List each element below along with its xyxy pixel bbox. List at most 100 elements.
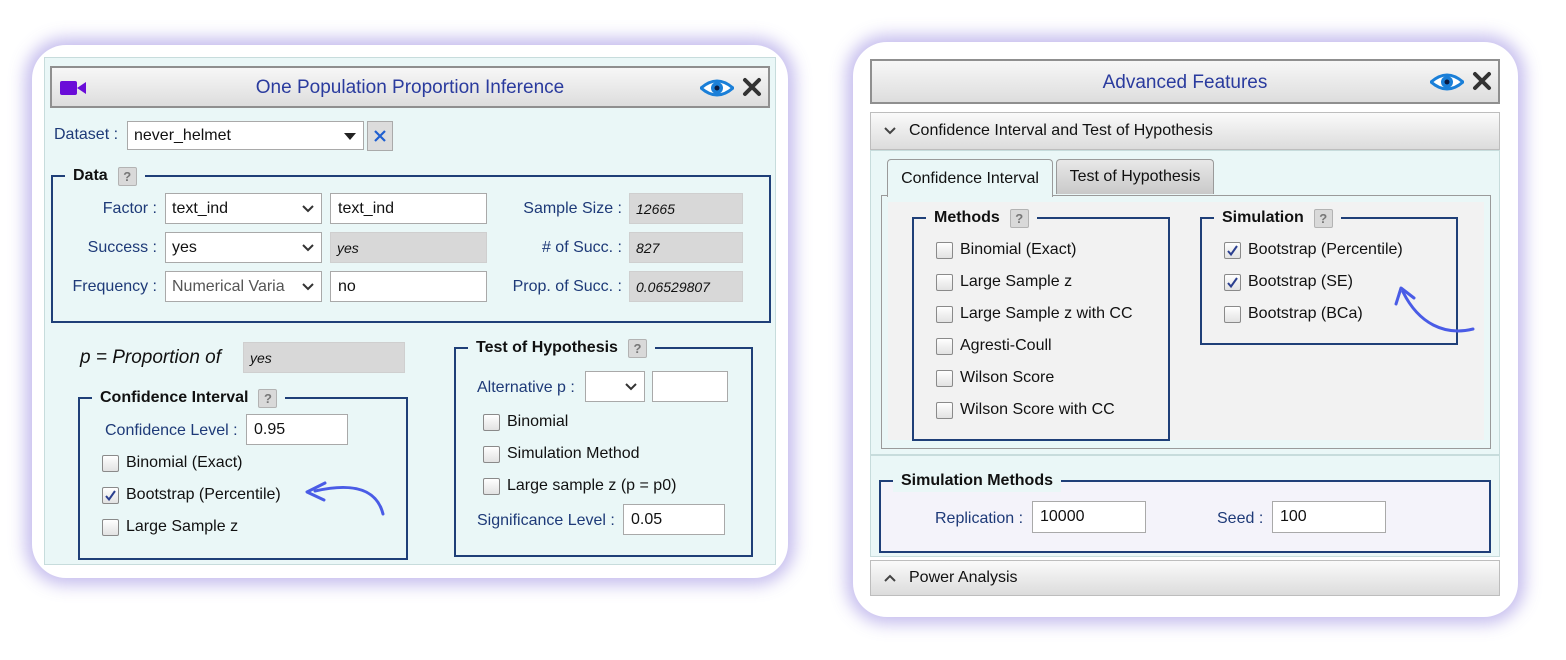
num-succ-label: # of Succ. : xyxy=(541,239,622,256)
simulation-bootstrap-se[interactable]: Bootstrap (SE) xyxy=(1224,272,1353,292)
method-label: Large Sample z xyxy=(960,273,1073,290)
checkbox[interactable] xyxy=(102,486,119,504)
alternative-select[interactable] xyxy=(585,371,645,402)
prop-succ-label: Prop. of Succ. : xyxy=(512,278,622,295)
right-panel-window: Advanced Features Confidence Interval an… xyxy=(853,42,1518,617)
eye-icon[interactable] xyxy=(698,77,736,99)
data-legend-text: Data xyxy=(73,167,108,184)
test-option-large-sample-z[interactable]: Large sample z (p = p0) xyxy=(483,476,676,496)
test-option-label: Binomial xyxy=(507,413,569,430)
method-binomial-exact[interactable]: Binomial (Exact) xyxy=(936,240,1076,260)
checkmark-icon xyxy=(105,489,116,501)
method-wilson-score-cc[interactable]: Wilson Score with CC xyxy=(936,400,1115,420)
frequency-input[interactable]: no xyxy=(330,271,487,302)
data-help-button[interactable]: ? xyxy=(117,166,137,186)
test-help-button[interactable]: ? xyxy=(627,338,647,358)
clear-dataset-button[interactable] xyxy=(367,121,393,151)
checkbox[interactable] xyxy=(483,413,500,431)
section-ci-test-body: Confidence Interval Test of Hypothesis M… xyxy=(870,150,1500,455)
checkbox[interactable] xyxy=(936,401,953,419)
checkbox[interactable] xyxy=(936,273,953,291)
simulation-label: Bootstrap (Percentile) xyxy=(1248,241,1403,258)
method-label: Binomial (Exact) xyxy=(960,241,1077,258)
methods-legend-text: Methods xyxy=(934,209,1000,226)
simulation-label: Bootstrap (SE) xyxy=(1248,273,1353,290)
method-label: Agresti-Coull xyxy=(960,337,1052,354)
simulation-methods-area: Simulation Methods Replication : 10000 S… xyxy=(870,455,1500,557)
simulation-methods-legend-text: Simulation Methods xyxy=(901,472,1053,489)
method-large-sample-z[interactable]: Large Sample z xyxy=(936,272,1072,292)
frequency-select-value: Numerical Varia xyxy=(172,277,285,295)
eye-icon[interactable] xyxy=(1428,71,1466,93)
right-title-bar: Advanced Features xyxy=(870,59,1500,104)
simulation-bootstrap-bca[interactable]: Bootstrap (BCa) xyxy=(1224,304,1363,324)
significance-level-label: Significance Level : xyxy=(477,512,615,529)
simulation-label: Bootstrap (BCa) xyxy=(1248,305,1363,322)
simulation-bootstrap-percentile[interactable]: Bootstrap (Percentile) xyxy=(1224,240,1403,260)
proportion-label: p = Proportion of xyxy=(80,347,221,369)
checkbox[interactable] xyxy=(102,454,119,472)
factor-select[interactable]: text_ind xyxy=(165,193,322,224)
frequency-select[interactable]: Numerical Varia xyxy=(165,271,322,302)
right-window-title: Advanced Features xyxy=(1102,72,1268,93)
method-agresti-coull[interactable]: Agresti-Coull xyxy=(936,336,1052,356)
left-panel-body: One Population Proportion Inference Data… xyxy=(44,57,776,565)
proportion-symbol: p xyxy=(80,347,91,368)
checkbox[interactable] xyxy=(483,445,500,463)
replication-input[interactable]: 10000 xyxy=(1032,501,1146,533)
test-legend: Test of Hypothesis ? xyxy=(468,337,655,359)
close-icon[interactable] xyxy=(742,77,762,97)
factor-input[interactable]: text_ind xyxy=(330,193,487,224)
method-label: Wilson Score with CC xyxy=(960,401,1115,418)
simulation-methods-legend: Simulation Methods xyxy=(893,470,1061,492)
triangle-down-icon xyxy=(344,132,356,140)
checkbox[interactable] xyxy=(936,369,953,387)
success-value-display: yes xyxy=(330,232,487,263)
ci-option-bootstrap-percentile[interactable]: Bootstrap (Percentile) xyxy=(102,485,281,505)
checkbox[interactable] xyxy=(936,337,953,355)
tab-content-area: Methods ? Binomial (Exact) Large Sample … xyxy=(881,195,1491,449)
test-option-label: Simulation Method xyxy=(507,445,640,462)
alternative-value-input[interactable] xyxy=(652,371,728,402)
checkbox[interactable] xyxy=(1224,273,1241,291)
section-ci-test-header[interactable]: Confidence Interval and Test of Hypothes… xyxy=(870,112,1500,150)
confidence-level-label: Confidence Level : xyxy=(105,422,238,439)
checkbox[interactable] xyxy=(102,518,119,536)
checkbox[interactable] xyxy=(936,305,953,323)
num-succ-value: 827 xyxy=(629,232,743,263)
tab-confidence-interval[interactable]: Confidence Interval xyxy=(887,159,1053,197)
method-label: Large Sample z with CC xyxy=(960,305,1133,322)
confidence-level-input[interactable]: 0.95 xyxy=(246,414,348,445)
dataset-select[interactable]: never_helmet xyxy=(127,121,364,150)
dataset-select-value: never_helmet xyxy=(134,126,231,144)
curved-arrow-annotation xyxy=(305,481,385,516)
success-select[interactable]: yes xyxy=(165,232,322,263)
ci-help-button[interactable]: ? xyxy=(258,388,278,408)
checkbox[interactable] xyxy=(936,241,953,259)
ci-legend-text: Confidence Interval xyxy=(100,389,249,406)
factor-label: Factor : xyxy=(102,200,157,217)
ci-option-large-sample-z[interactable]: Large Sample z xyxy=(102,517,238,537)
significance-level-input[interactable]: 0.05 xyxy=(623,504,725,535)
method-wilson-score[interactable]: Wilson Score xyxy=(936,368,1054,388)
test-option-binomial[interactable]: Binomial xyxy=(483,412,568,432)
tab-test-of-hypothesis[interactable]: Test of Hypothesis xyxy=(1056,159,1214,194)
simulation-help-button[interactable]: ? xyxy=(1313,208,1333,228)
ci-option-binomial[interactable]: Binomial (Exact) xyxy=(102,453,242,473)
methods-help-button[interactable]: ? xyxy=(1009,208,1029,228)
checkmark-icon xyxy=(1227,276,1238,288)
test-legend-text: Test of Hypothesis xyxy=(476,339,618,356)
close-icon[interactable] xyxy=(1472,71,1492,91)
factor-select-value: text_ind xyxy=(172,199,229,217)
checkbox[interactable] xyxy=(1224,305,1241,323)
seed-input[interactable]: 100 xyxy=(1272,501,1386,533)
checkbox[interactable] xyxy=(483,477,500,495)
test-option-simulation[interactable]: Simulation Method xyxy=(483,444,640,464)
section-power-analysis-header[interactable]: Power Analysis xyxy=(870,560,1500,596)
checkbox[interactable] xyxy=(1224,241,1241,259)
chevron-up-icon xyxy=(884,574,896,582)
method-large-sample-z-cc[interactable]: Large Sample z with CC xyxy=(936,304,1133,324)
chevron-down-icon xyxy=(302,282,314,290)
ci-legend: Confidence Interval ? xyxy=(92,387,286,409)
data-legend: Data ? xyxy=(65,165,145,187)
